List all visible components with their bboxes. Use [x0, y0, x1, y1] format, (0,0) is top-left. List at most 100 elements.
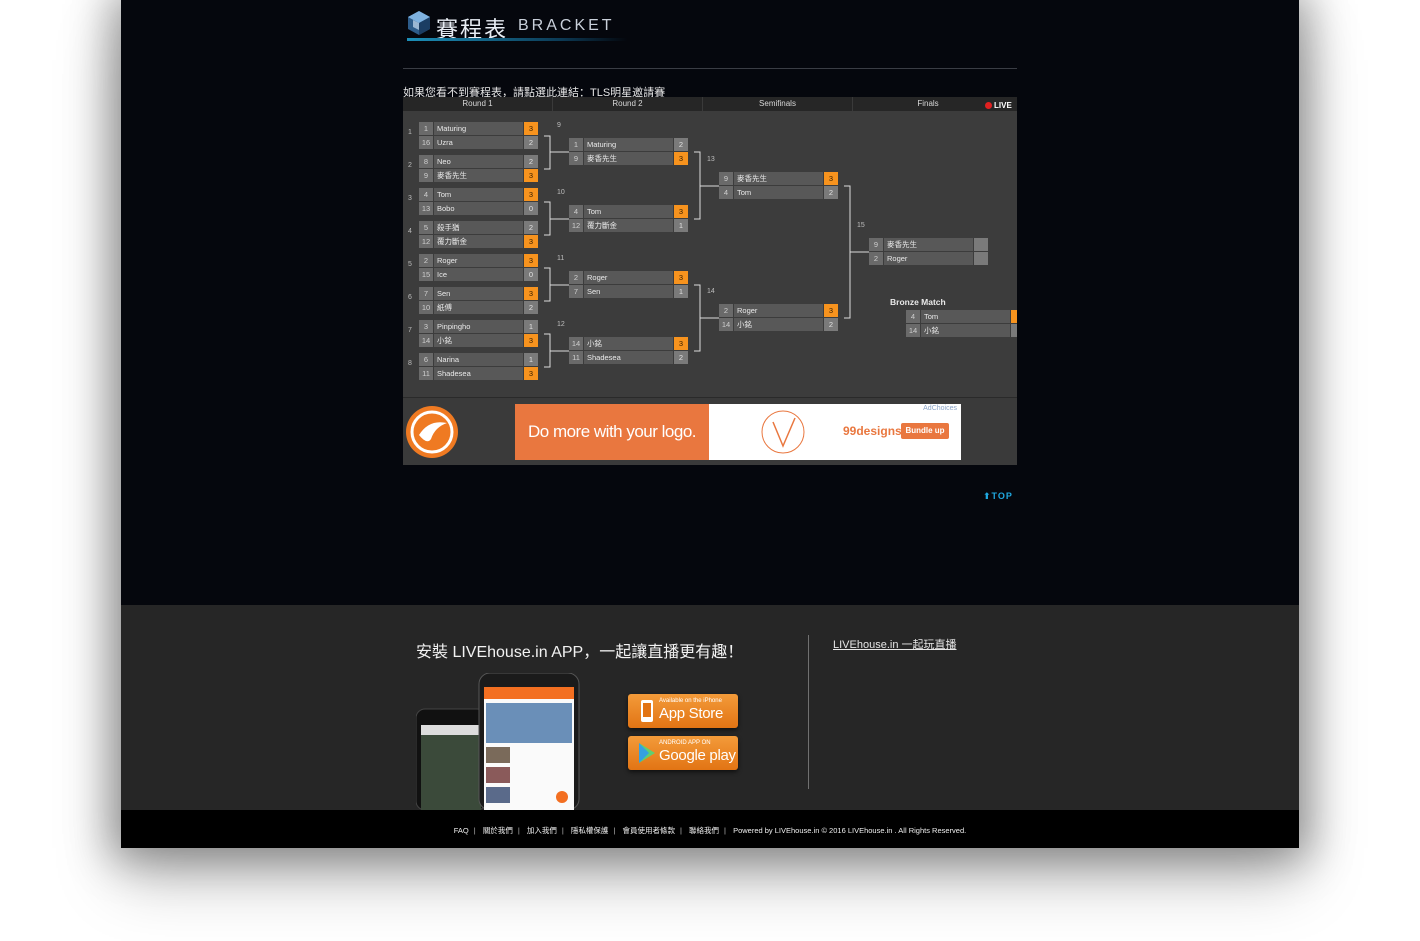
player-name: Bobo [434, 202, 523, 215]
bracket-slot[interactable]: 12 覆力斷金 1 [569, 219, 693, 232]
player-name: 麥香先生 [884, 238, 973, 251]
seed-number: 11 [419, 367, 433, 380]
top-label: TOP [991, 491, 1013, 501]
seed-number: 6 [419, 353, 433, 366]
bracket-slot[interactable]: 4 Tom 3 [569, 205, 693, 218]
bracket-slot[interactable]: 14 小銘 3 [419, 334, 543, 347]
contact-link[interactable]: 聯絡我們 [689, 826, 719, 835]
seed-number: 1 [419, 122, 433, 135]
player-score [974, 238, 988, 251]
seed-number: 4 [906, 310, 920, 323]
player-name: Sen [434, 287, 523, 300]
bracket-connector [544, 267, 569, 302]
seed-number: 9 [869, 238, 883, 251]
footer-site-link[interactable]: LIVEhouse.in 一起玩直播 [833, 636, 957, 652]
seed-number: 15 [419, 268, 433, 281]
copyright: Powered by LIVEhouse.in © 2016 LIVEhouse… [733, 826, 967, 835]
terms-link[interactable]: 會員使用者條款 [622, 826, 675, 835]
seed-number: 4 [719, 186, 733, 199]
bracket-slot[interactable]: 9 麥香先生 3 [419, 169, 543, 182]
privacy-link[interactable]: 隱私權保護 [571, 826, 609, 835]
bracket-slot[interactable]: 11 Shadesea 2 [569, 351, 693, 364]
google-play-button[interactable]: ANDROID APP ON Google play [628, 736, 738, 770]
match-number: 8 [408, 360, 412, 367]
seed-number: 11 [569, 351, 583, 364]
ad-banner[interactable]: Do more with your logo. 99designs Bundle… [515, 404, 961, 460]
bracket-slot[interactable]: 5 殺手猶 2 [419, 221, 543, 234]
player-score: 3 [524, 122, 538, 135]
page-frame: 賽程表 BRACKET 如果您看不到賽程表，請點選此連結：TLS明星邀請賽 Ro… [121, 0, 1299, 848]
player-name: Ice [434, 268, 523, 281]
bracket-slot[interactable]: 9 麥香先生 [869, 238, 993, 251]
player-score: 1 [524, 353, 538, 366]
match-number: 14 [707, 288, 715, 295]
iphone-icon [641, 700, 653, 722]
bracket-slot[interactable]: 6 Narina 1 [419, 353, 543, 366]
bracket-slot[interactable]: 1 Maturing 3 [419, 122, 543, 135]
bracket-slot[interactable]: 12 覆力斷金 3 [419, 235, 543, 248]
bracket-slot[interactable]: 7 Sen 1 [569, 285, 693, 298]
seed-number: 4 [569, 205, 583, 218]
match-number: 15 [857, 222, 865, 229]
bracket-slot[interactable]: 13 Bobo 0 [419, 202, 543, 215]
join-link[interactable]: 加入我們 [527, 826, 557, 835]
bracket-slot[interactable]: 2 Roger 3 [719, 304, 843, 317]
bracket-slot[interactable]: 11 Shadesea 3 [419, 367, 543, 380]
bracket-slot[interactable]: 4 Tom 2 [719, 186, 843, 199]
app-store-button[interactable]: Available on the iPhone App Store [628, 694, 738, 728]
bracket-slot[interactable]: 2 Roger 3 [569, 271, 693, 284]
ad-choices-label[interactable]: AdChoices [923, 405, 957, 412]
bracket-slot[interactable]: 4 Tom [906, 310, 1017, 323]
player-name: Tom [434, 188, 523, 201]
player-name: 麥香先生 [734, 172, 823, 185]
chef-logo-icon [761, 410, 805, 454]
title-underline [407, 38, 627, 41]
bracket-slot[interactable]: 3 Pinpingho 1 [419, 320, 543, 333]
bracket-slot[interactable]: 9 麥香先生 3 [719, 172, 843, 185]
bracket-slot[interactable]: 4 Tom 3 [419, 188, 543, 201]
bracket-connector [544, 333, 569, 368]
seed-number: 5 [419, 221, 433, 234]
player-name: Roger [434, 254, 523, 267]
match-number: 9 [557, 122, 561, 129]
bracket-slot[interactable]: 14 小銘 2 [719, 318, 843, 331]
player-name: Roger [884, 252, 973, 265]
app-promo-title: 安裝 LIVEhouse.in APP，一起讓直播更有趣！ [416, 644, 744, 661]
match-number: 12 [557, 321, 565, 328]
seed-number: 14 [569, 337, 583, 350]
ad-cta-button[interactable]: Bundle up [901, 423, 949, 439]
bracket-slot[interactable]: 9 麥香先生 3 [569, 152, 693, 165]
play-icon [639, 743, 655, 763]
seed-number: 2 [869, 252, 883, 265]
player-name: Tom [921, 310, 1010, 323]
bracket-slot[interactable]: 8 Neo 2 [419, 155, 543, 168]
player-name: 小銘 [921, 324, 1010, 337]
bracket-slot[interactable]: 15 Ice 0 [419, 268, 543, 281]
bracket-slot[interactable]: 2 Roger 3 [419, 254, 543, 267]
back-to-top-link[interactable]: ⬆TOP [983, 491, 1013, 502]
bracket-connector [544, 135, 569, 170]
bracket-slot[interactable]: 16 Uzra 2 [419, 136, 543, 149]
app-store-label: App Store [659, 705, 724, 722]
player-score: 2 [824, 318, 838, 331]
bracket-slot[interactable]: 2 Roger [869, 252, 993, 265]
bracket-slot[interactable]: 1 Maturing 2 [569, 138, 693, 151]
app-store-small: Available on the iPhone [659, 698, 722, 704]
player-score [1011, 310, 1017, 323]
bracket-slot[interactable]: 7 Sen 3 [419, 287, 543, 300]
player-name: Shadesea [434, 367, 523, 380]
bracket-slot[interactable]: 10 紙傅 2 [419, 301, 543, 314]
faq-link[interactable]: FAQ [454, 826, 469, 835]
player-score: 3 [524, 254, 538, 267]
player-name: 麥香先生 [584, 152, 673, 165]
site-badge-icon [406, 406, 458, 458]
about-link[interactable]: 關於我們 [483, 826, 513, 835]
player-name: Shadesea [584, 351, 673, 364]
bracket-slot[interactable]: 14 小銘 3 [569, 337, 693, 350]
ad-area: Do more with your logo. 99designs Bundle… [403, 397, 1017, 465]
footer-links: FAQ | 關於我們 | 加入我們 | 隱私權保護 | 會員使用者條款 | 聯絡我們 | P… [453, 826, 967, 835]
header-divider [403, 68, 1017, 69]
bracket-slot[interactable]: 14 小銘 [906, 324, 1017, 337]
player-name: 小銘 [734, 318, 823, 331]
google-play-small: ANDROID APP ON [659, 740, 711, 746]
